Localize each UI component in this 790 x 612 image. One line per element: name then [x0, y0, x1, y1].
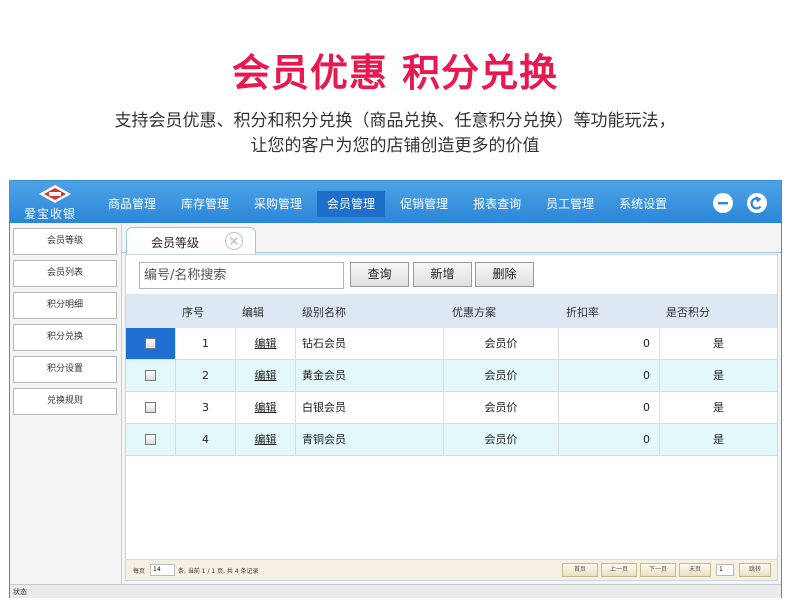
sidebar-item[interactable]: 积分兑换	[13, 324, 117, 351]
tab-close-icon[interactable]	[224, 231, 244, 251]
nav-item[interactable]: 商品管理	[98, 191, 166, 217]
column-header: 折扣率	[566, 306, 599, 319]
level-name: 钻石会员	[296, 328, 444, 359]
logo-mark-icon	[39, 185, 71, 203]
nav-item[interactable]: 系统设置	[609, 191, 677, 217]
discount-rate: 0	[559, 392, 660, 423]
row-select-cell[interactable]	[126, 424, 176, 455]
row-checkbox[interactable]	[145, 338, 156, 349]
row-number: 3	[176, 392, 236, 423]
sidebar-item[interactable]: 会员等级	[13, 228, 117, 255]
table-row[interactable]: 1 编辑 钻石会员 会员价 0 是	[126, 328, 777, 360]
points-enabled: 是	[713, 401, 724, 414]
exit-button[interactable]	[747, 193, 767, 213]
discount-plan: 会员价	[444, 360, 559, 391]
row-select-cell[interactable]	[126, 360, 176, 391]
content-panel: 查询 新增 删除 序号编辑级别名称优惠方案折扣率是否积分 1编辑钻石会员会员价0…	[125, 254, 778, 581]
row-select-cell[interactable]	[126, 392, 176, 423]
search-input[interactable]	[139, 262, 344, 289]
points-enabled: 是	[713, 433, 724, 446]
add-button[interactable]: 新增	[413, 262, 472, 287]
discount-plan: 会员价	[444, 328, 559, 359]
tab-label: 会员等级	[151, 236, 200, 250]
status-text: 状态	[13, 588, 27, 596]
table-row[interactable]: 2 编辑 黄金会员 会员价 0 是	[126, 360, 777, 392]
sidebar-item[interactable]: 积分明细	[13, 292, 117, 319]
edit-link[interactable]: 编辑	[236, 360, 296, 391]
discount-rate: 0	[559, 424, 660, 455]
level-name: 黄金会员	[296, 360, 444, 391]
column-header: 优惠方案	[452, 306, 496, 319]
first-page-button[interactable]: 首页	[562, 563, 598, 577]
level-name: 青铜会员	[296, 424, 444, 455]
app-logo: 爱宝收银	[16, 183, 80, 221]
tab-strip: 会员等级	[122, 223, 781, 254]
last-page-button[interactable]: 末页	[679, 563, 711, 577]
query-button[interactable]: 查询	[350, 262, 409, 287]
nav-item[interactable]: 员工管理	[536, 191, 604, 217]
delete-button[interactable]: 删除	[475, 262, 534, 287]
minimize-icon	[718, 202, 728, 205]
edit-link[interactable]: 编辑	[236, 392, 296, 423]
table-row[interactable]: 4 编辑 青铜会员 会员价 0 是	[126, 424, 777, 456]
column-header: 是否积分	[666, 306, 710, 319]
next-page-button[interactable]: 下一页	[640, 563, 676, 577]
row-number: 1	[176, 328, 236, 359]
column-header: 编辑	[242, 306, 264, 319]
edit-link[interactable]: 编辑	[236, 424, 296, 455]
app-window: 爱宝收银 商品管理 库存管理 采购管理 会员管理 促销管理 报表查询 员工管理 系统设置 会员…	[9, 180, 782, 598]
points-enabled: 是	[713, 337, 724, 350]
level-name: 白银会员	[296, 392, 444, 423]
row-checkbox[interactable]	[145, 434, 156, 445]
discount-plan: 会员价	[444, 424, 559, 455]
row-checkbox[interactable]	[145, 370, 156, 381]
column-header: 级别名称	[302, 306, 346, 319]
status-bar: 状态	[10, 584, 781, 598]
per-page-label: 每页	[133, 568, 146, 575]
sidebar-item[interactable]: 兑换规则	[13, 388, 117, 415]
points-enabled: 是	[713, 369, 724, 382]
row-number: 2	[176, 360, 236, 391]
row-select-cell[interactable]	[126, 328, 176, 359]
sidebar: 会员等级会员列表积分明细积分兑换积分设置兑换规则	[10, 223, 122, 584]
top-navbar: 爱宝收银 商品管理 库存管理 采购管理 会员管理 促销管理 报表查询 员工管理 系统设置	[10, 181, 781, 223]
pager: 每页 14 条, 当前 1 / 1 页, 共 4 条记录 首页 上一页 下一页 …	[126, 559, 777, 580]
sidebar-item[interactable]: 会员列表	[13, 260, 117, 287]
row-checkbox[interactable]	[145, 402, 156, 413]
table-row[interactable]: 3 编辑 白银会员 会员价 0 是	[126, 392, 777, 424]
promo-subtitle-line1: 支持会员优惠、积分和积分兑换（商品兑换、任意积分兑换）等功能玩法，	[114, 111, 676, 131]
row-number: 4	[176, 424, 236, 455]
logo-text: 爱宝收银	[24, 207, 77, 221]
nav-item[interactable]: 会员管理	[317, 191, 386, 217]
prev-page-button[interactable]: 上一页	[601, 563, 637, 577]
sidebar-item[interactable]: 积分设置	[13, 356, 117, 383]
discount-rate: 0	[559, 328, 660, 359]
table-header: 序号 编辑 级别名称 优惠方案 折扣率 是否积分	[126, 294, 777, 328]
promo-title: 会员优惠 积分兑换	[231, 51, 559, 95]
page-info: 条, 当前 1 / 1 页, 共 4 条记录	[178, 568, 259, 575]
nav-item[interactable]: 促销管理	[390, 191, 458, 217]
nav-item[interactable]: 库存管理	[171, 191, 239, 217]
discount-plan: 会员价	[444, 392, 559, 423]
back-arrow-icon	[750, 196, 762, 210]
promo-subtitle-line2: 让您的客户为您的店铺创造更多的价值	[250, 136, 540, 156]
edit-link[interactable]: 编辑	[236, 328, 296, 359]
page-number-input[interactable]: 1	[716, 564, 734, 576]
minimize-button[interactable]	[713, 193, 733, 213]
tab-member-levels[interactable]: 会员等级	[126, 227, 256, 254]
discount-rate: 0	[559, 360, 660, 391]
column-header: 序号	[182, 306, 204, 319]
nav-item[interactable]: 采购管理	[244, 191, 312, 217]
nav-item[interactable]: 报表查询	[463, 191, 531, 217]
jump-button[interactable]: 跳转	[739, 563, 771, 577]
per-page-input[interactable]: 14	[150, 564, 175, 576]
main-nav: 商品管理 库存管理 采购管理 会员管理 促销管理 报表查询 员工管理 系统设置	[98, 181, 682, 223]
